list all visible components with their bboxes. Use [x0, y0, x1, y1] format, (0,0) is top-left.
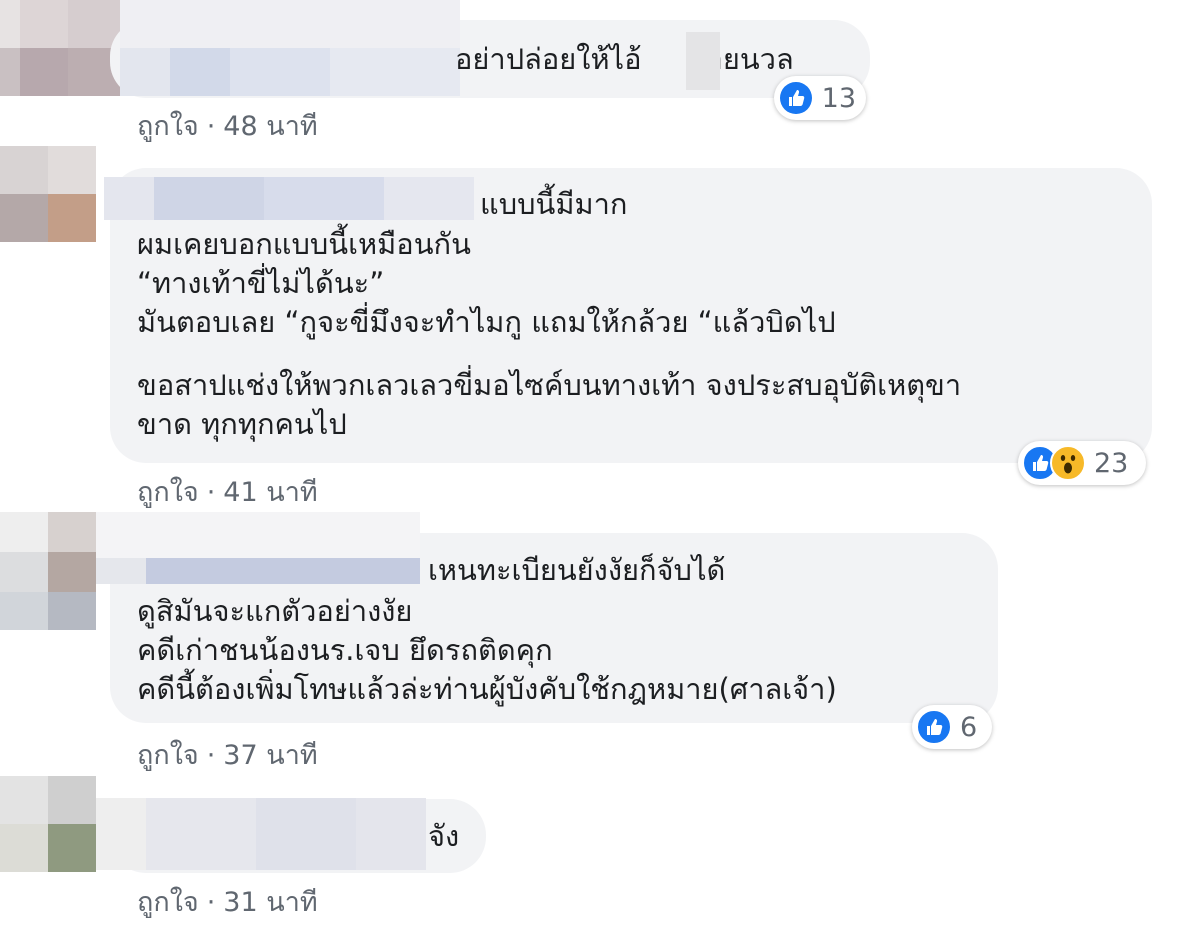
comment-2-line-6: ขาด ทุกทุกคนไป: [137, 407, 347, 441]
comment-4-text: จัง: [428, 819, 460, 853]
comment-2-line-1: แบบนี้มีมาก: [480, 187, 628, 221]
comment-4-meta: ถูกใจ · 31 นาที: [137, 880, 318, 923]
avatar-3[interactable]: [0, 512, 96, 630]
reaction-summary-1[interactable]: 13: [774, 76, 866, 120]
like-link[interactable]: ถูกใจ: [137, 887, 199, 918]
name-redacted-4: [96, 798, 426, 870]
comment-3-line-3: คดีเก่าชนน้องนร.เจบ ยึดรถติดคุก: [137, 633, 553, 667]
reaction-count: 6: [960, 711, 978, 743]
like-icon: [916, 709, 952, 745]
timestamp[interactable]: 37 นาที: [223, 740, 317, 771]
comment-3-line-2: ดูสิมันจะแกตัวอย่างงัย: [137, 594, 413, 628]
comment-1-text: อย่าปล่อยให้ไอ้ ลอยนวล: [455, 42, 794, 76]
like-link[interactable]: ถูกใจ: [137, 477, 199, 508]
comment-2-line-2: ผมเคยบอกแบบนี้เหมือนกัน: [137, 227, 471, 261]
avatar-1[interactable]: [0, 0, 120, 96]
reaction-count: 23: [1094, 447, 1129, 479]
separator: ·: [206, 740, 216, 771]
avatar-2[interactable]: [0, 146, 96, 242]
name-redacted-1: [120, 0, 460, 96]
comment-2-line-3: “ทางเท้าขี่ไม่ได้นะ”: [137, 266, 385, 300]
redaction-1: [686, 32, 720, 90]
like-icon: [778, 80, 814, 116]
timestamp[interactable]: 41 นาที: [223, 477, 317, 508]
reaction-count: 13: [821, 82, 856, 114]
separator: ·: [206, 111, 216, 142]
name-redacted-2: [104, 177, 474, 220]
comment-2-meta: ถูกใจ · 41 นาที: [137, 470, 318, 513]
comment-1-meta: ถูกใจ · 48 นาที: [137, 104, 318, 147]
separator: ·: [206, 477, 216, 508]
comment-2-line-4: มันตอบเลย “กูจะขี่มึงจะทำไมกู แถมให้กล้ว…: [137, 305, 836, 339]
timestamp[interactable]: 48 นาที: [223, 111, 317, 142]
like-link[interactable]: ถูกใจ: [137, 740, 199, 771]
like-link[interactable]: ถูกใจ: [137, 111, 199, 142]
name-redacted-3: [96, 512, 420, 584]
wow-icon: [1050, 445, 1086, 481]
comment-2-line-5: ขอสาปแช่งให้พวกเลวเลวขี่มอไซค์บนทางเท้า …: [137, 368, 962, 402]
reaction-summary-3[interactable]: 6: [912, 705, 992, 749]
separator: ·: [206, 887, 216, 918]
avatar-4[interactable]: [0, 776, 96, 872]
comment-3-line-1: เหนทะเบียนยังงัยก็จับได้: [428, 553, 726, 587]
comment-3-line-4: คดีนี้ต้องเพิ่มโทษแล้วล่ะท่านผู้บังคับใช…: [137, 672, 837, 706]
comment-3-meta: ถูกใจ · 37 นาที: [137, 733, 318, 776]
reaction-summary-2[interactable]: 23: [1018, 441, 1146, 485]
timestamp[interactable]: 31 นาที: [223, 887, 317, 918]
